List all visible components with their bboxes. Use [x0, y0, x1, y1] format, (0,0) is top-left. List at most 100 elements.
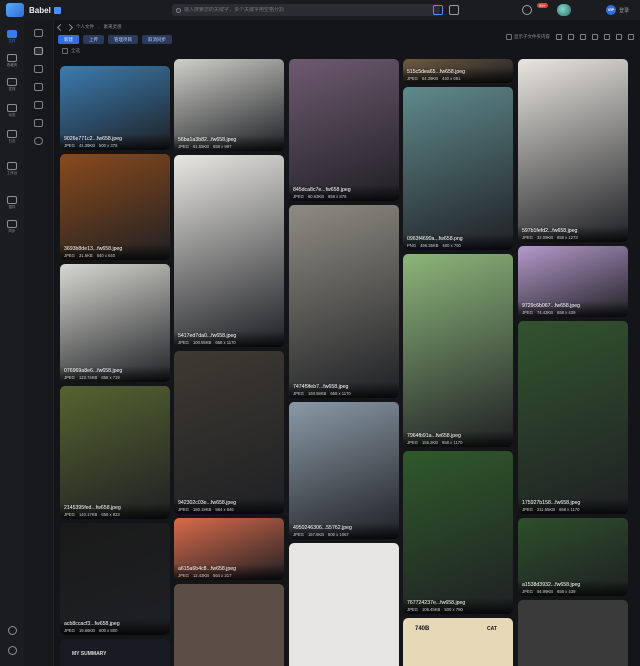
image-card[interactable]: 56ba1a3b82...fw658.jpeg JPEG 61.55KB 658 x … [174, 59, 284, 151]
image-name: acb8ccacf3...fw658.jpeg [64, 621, 120, 627]
image-card[interactable]: 4950246306...55762.jpeg JPEG 157.6KB 800 x … [289, 402, 399, 539]
star-icon[interactable] [34, 119, 43, 127]
image-card[interactable]: 845dca8c7e...fw658.jpeg JPEG 60.63KB 658 x … [289, 59, 399, 201]
user-icon[interactable] [34, 47, 43, 55]
sort-icon[interactable] [556, 34, 562, 40]
avatar[interactable] [557, 4, 571, 16]
image-card[interactable]: 175927b158...fw658.jpeg JPEG 211.55KB 658 x… [518, 321, 628, 514]
notification-badge: 99+ [537, 3, 548, 8]
upload-button[interactable]: 上传 [83, 35, 104, 44]
select-all-checkbox[interactable] [62, 48, 68, 54]
image-card[interactable]: a1538d3932...fw658.jpeg JPEG 94.99KB 658 x … [518, 518, 628, 596]
image-card[interactable]: 740B CAT [403, 618, 513, 666]
image-type: JPEG [522, 507, 533, 512]
new-button[interactable]: 新建 [58, 35, 79, 44]
bell-icon[interactable] [522, 5, 532, 15]
image-card[interactable]: 9026e771c2...fw658.jpeg JPEG 41.39KB 500 x … [60, 66, 170, 150]
image-caption: 845dca8c7e...fw658.jpeg JPEG 60.63KB 658 x … [289, 185, 399, 201]
image-card[interactable]: 2145395fed...fw658.jpeg JPEG 140.17KB 658 x… [60, 386, 170, 519]
image-meta: JPEG 211.55KB 658 x 1170 [522, 507, 624, 512]
clock-icon[interactable] [34, 137, 43, 145]
image-card[interactable]: a615a6b4c8...fw658.jpeg JPEG 12.43KB 564 x … [174, 518, 284, 580]
image-card[interactable]: 515c5dea65...fw658.jpeg JPEG 64.39KB 440 x … [403, 59, 513, 83]
image-size: 64.39KB [421, 76, 439, 81]
image-size: 94.99KB [536, 589, 554, 594]
breadcrumb-item-inspiration[interactable]: 素来灵感 [104, 24, 122, 30]
image-caption: acb8ccacf3...fw658.jpeg JPEG 19.66KB 600 x … [60, 619, 170, 635]
image-card[interactable]: 767724237e...fw658.jpeg JPEG 106.45KB 500 x… [403, 451, 513, 614]
grid-view-icon[interactable] [580, 34, 586, 40]
back-icon[interactable] [56, 23, 65, 31]
image-card[interactable]: 597b1fefd2...fw658.jpeg JPEG 32.09KB 658 x … [518, 59, 628, 242]
image-dim: 500 x 375 [99, 143, 118, 148]
settings-gear-icon[interactable] [8, 626, 17, 635]
image-card[interactable]: 3693b8de13...fw658.jpeg JPEG 31.6KB 640 x 6… [60, 154, 170, 260]
info-icon[interactable] [616, 34, 622, 40]
rail-item-2[interactable]: 发现 [3, 78, 21, 92]
image-card[interactable]: 9729c6b067...fw658.jpeg JPEG 74.43KB 658 x … [518, 246, 628, 317]
rail-item-0[interactable]: 文件 [3, 30, 21, 44]
login-link[interactable]: 登录 [619, 7, 629, 14]
image-card[interactable] [174, 584, 284, 666]
folder-icon[interactable] [34, 83, 43, 91]
search-box[interactable] [172, 4, 440, 16]
image-card[interactable]: 7474f9feb7...fw658.jpeg JPEG 160.58KB 658 x… [289, 205, 399, 398]
image-dim: 564 x 317 [213, 573, 232, 578]
image-dim: 500 x 750 [444, 607, 463, 612]
image-name: 5417ed7da0...fw658.jpeg [178, 333, 237, 339]
cancel-sync-button[interactable]: 取消同步 [142, 35, 172, 44]
image-name: 2145395fed...fw658.jpeg [64, 505, 121, 511]
home-icon[interactable] [34, 29, 43, 37]
image-name: 076969a8e6...fw658.jpeg [64, 368, 123, 374]
secondary-rail [24, 20, 54, 666]
rail-item-4[interactable]: 日志 [3, 130, 21, 144]
rail-item-label: 工作台 [6, 171, 18, 175]
masonry-view-icon[interactable] [592, 34, 598, 40]
trash-icon[interactable] [34, 101, 43, 109]
forward-icon[interactable] [65, 23, 74, 31]
image-meta: JPEG 106.45KB 500 x 750 [407, 607, 509, 612]
show-subfolder-checkbox[interactable] [506, 34, 512, 40]
rail-item-6[interactable]: 插件 [3, 196, 21, 210]
image-card[interactable]: 0963f4690a...fw658.png PNG 496.35KB 500 x 7… [403, 87, 513, 250]
help-icon[interactable] [8, 646, 17, 655]
image-type: JPEG [522, 589, 533, 594]
image-card[interactable] [289, 543, 399, 666]
image-card[interactable]: 7964fb91a...fw658.jpeg JPEG 155.2KB 658 x 1… [403, 254, 513, 447]
fullscreen-icon[interactable] [628, 34, 634, 40]
rail-item-5[interactable]: 工作台 [3, 162, 21, 176]
image-type: JPEG [64, 628, 75, 633]
view-tools: 显示子文件夹内容 [506, 34, 634, 40]
image-caption: 2145395fed...fw658.jpeg JPEG 140.17KB 658 x… [60, 503, 170, 519]
filter-icon[interactable] [568, 34, 574, 40]
image-caption: 7474f9feb7...fw658.jpeg JPEG 160.58KB 658 x… [289, 382, 399, 398]
vip-badge[interactable]: VIP [606, 5, 616, 15]
image-card[interactable]: acb8ccacf3...fw658.jpeg JPEG 19.66KB 600 x … [60, 523, 170, 635]
image-size: 160.58KB [307, 391, 327, 396]
image-card[interactable] [518, 600, 628, 666]
image-size: 32.09KB [536, 235, 554, 240]
settings-icon[interactable] [433, 5, 443, 15]
image-card[interactable]: MY SUMMARY [60, 639, 170, 666]
image-size: 211.55KB [536, 507, 556, 512]
image-name: 597b1fefd2...fw658.jpeg [522, 228, 578, 234]
image-type: JPEG [64, 143, 75, 148]
search-input[interactable] [184, 7, 424, 13]
image-type: JPEG [407, 440, 418, 445]
rail-item-7[interactable]: 同步 [3, 220, 21, 234]
rail-item-3[interactable]: 动态 [3, 104, 21, 118]
image-card[interactable]: 942302c03e...fw658.jpeg JPEG 180.19KB 584 x… [174, 351, 284, 514]
list-view-icon[interactable] [604, 34, 610, 40]
breadcrumb-item-personal[interactable]: 个人文件 [76, 24, 94, 30]
image-card[interactable]: 076969a8e6...fw658.jpeg JPEG 123.74KB 658 x… [60, 264, 170, 382]
image-caption: 9026e771c2...fw658.jpeg JPEG 41.39KB 500 x … [60, 134, 170, 150]
image-card[interactable]: 5417ed7da0...fw658.jpeg JPEG 100.55KB 658 x… [174, 155, 284, 347]
image-type: JPEG [293, 194, 304, 199]
image-meta: JPEG 100.55KB 658 x 1170 [178, 340, 280, 345]
image-dim: 658 x 1273 [557, 235, 578, 240]
list-view-icon[interactable] [449, 5, 459, 15]
image-type: JPEG [522, 235, 533, 240]
manage-project-button[interactable]: 管理项目 [108, 35, 138, 44]
folder-add-icon[interactable] [34, 65, 43, 73]
rail-item-1[interactable]: 收藏夹 [3, 54, 21, 68]
